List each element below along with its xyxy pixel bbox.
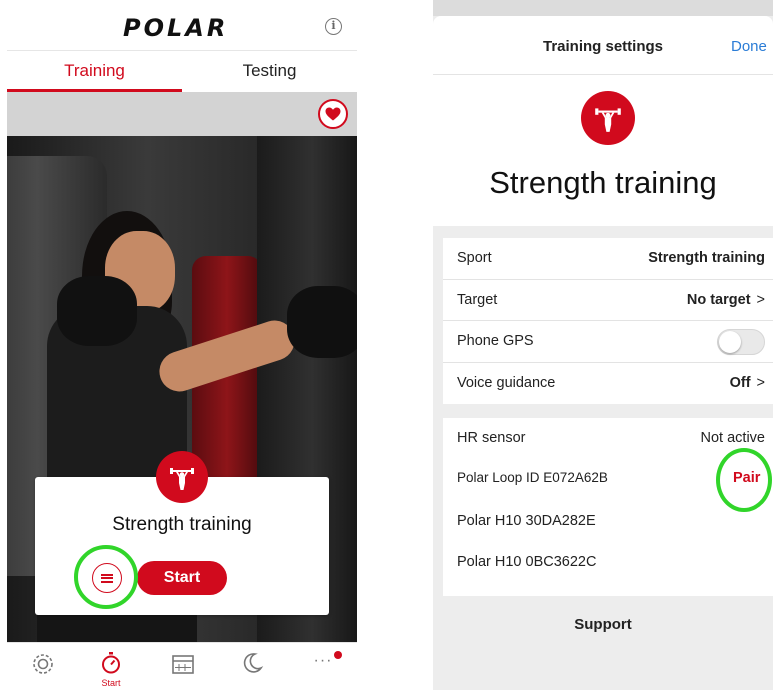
setting-value-text: Off [729, 374, 751, 391]
strength-training-icon [170, 468, 194, 490]
favorites-strip [7, 92, 357, 136]
chevron-right-icon: > [756, 291, 765, 308]
highlight-ring-pair-button [716, 448, 772, 512]
header-divider [7, 50, 357, 51]
nav-sleep[interactable] [232, 651, 272, 687]
sensor-device-polar-loop: Polar Loop ID E072A62B [457, 470, 608, 485]
setting-phone-gps: Phone GPS [443, 321, 773, 363]
setting-value: Strength training [648, 250, 765, 266]
sensor-device-h10-1[interactable]: Polar H10 30DA282E [457, 513, 596, 529]
tab-training[interactable]: Training [7, 52, 182, 92]
setting-label: Phone GPS [457, 333, 534, 349]
favorite-button[interactable] [318, 99, 348, 129]
training-background-photo: Strength training Start [7, 136, 357, 642]
polar-logo: POLAR [123, 14, 229, 42]
phone-gps-toggle[interactable] [717, 329, 765, 355]
sport-badge [581, 91, 635, 145]
nav-more[interactable]: ··· [303, 651, 343, 687]
tab-bar: Training Testing [7, 52, 357, 92]
boxing-glove-right [287, 286, 357, 358]
heart-icon [325, 107, 341, 121]
stopwatch-icon [102, 652, 120, 674]
notification-dot [334, 651, 342, 659]
boxing-glove-left [57, 276, 137, 346]
nav-start-label: Start [101, 678, 121, 688]
setting-target[interactable]: Target No target > [443, 280, 773, 321]
strength-training-icon [595, 108, 621, 132]
activity-icon [33, 654, 53, 674]
start-button[interactable]: Start [137, 561, 227, 595]
tab-testing[interactable]: Testing [182, 52, 357, 92]
setting-value: Off > [730, 375, 765, 391]
sensor-device-h10-2[interactable]: Polar H10 0BC3622C [457, 554, 596, 570]
setting-label: Sport [457, 250, 492, 266]
setting-label: Target [457, 291, 498, 308]
done-button[interactable]: Done [731, 38, 767, 55]
setting-label: Voice guidance [457, 374, 556, 391]
hr-sensor-section: HR sensor Not active Polar Loop ID E072A… [443, 418, 773, 596]
sheet-backdrop [433, 0, 773, 16]
screenshot-stage: POLAR i Training Testing Strength traini… [0, 0, 773, 690]
setting-value-text: Strength training [648, 250, 765, 266]
toggle-knob [719, 331, 741, 353]
nav-diary[interactable] [163, 651, 203, 687]
sport-title: Strength training [112, 514, 252, 535]
setting-value-text: No target [686, 291, 751, 308]
polar-app-start-screen: POLAR i Training Testing Strength traini… [7, 0, 357, 690]
app-header: POLAR i [7, 0, 357, 50]
training-settings-screen: Training settings Done Strength training… [433, 0, 773, 690]
nav-start[interactable]: Start [91, 651, 131, 688]
bottom-navigation: Start ··· [7, 642, 357, 690]
setting-value: No target > [687, 292, 765, 308]
moon-icon [243, 653, 264, 673]
sport-hero: Strength training [433, 74, 773, 226]
setting-voice-guidance[interactable]: Voice guidance Off > [443, 363, 773, 405]
highlight-ring-settings-button [74, 545, 138, 609]
setting-sport[interactable]: Sport Strength training [443, 238, 773, 280]
sport-badge [156, 451, 208, 503]
support-link[interactable]: Support [433, 616, 773, 633]
info-icon[interactable]: i [325, 18, 342, 35]
hr-sensor-status: Not active [700, 430, 765, 446]
sport-hero-title: Strength training [489, 165, 717, 200]
calendar-icon [172, 655, 194, 674]
hr-sensor-label: HR sensor [457, 430, 526, 446]
nav-activity[interactable] [23, 651, 63, 687]
settings-header: Training settings Done [433, 16, 773, 74]
settings-list: Sport Strength training Target No target… [443, 238, 773, 404]
chevron-right-icon: > [756, 374, 765, 391]
settings-title: Training settings [542, 38, 663, 55]
